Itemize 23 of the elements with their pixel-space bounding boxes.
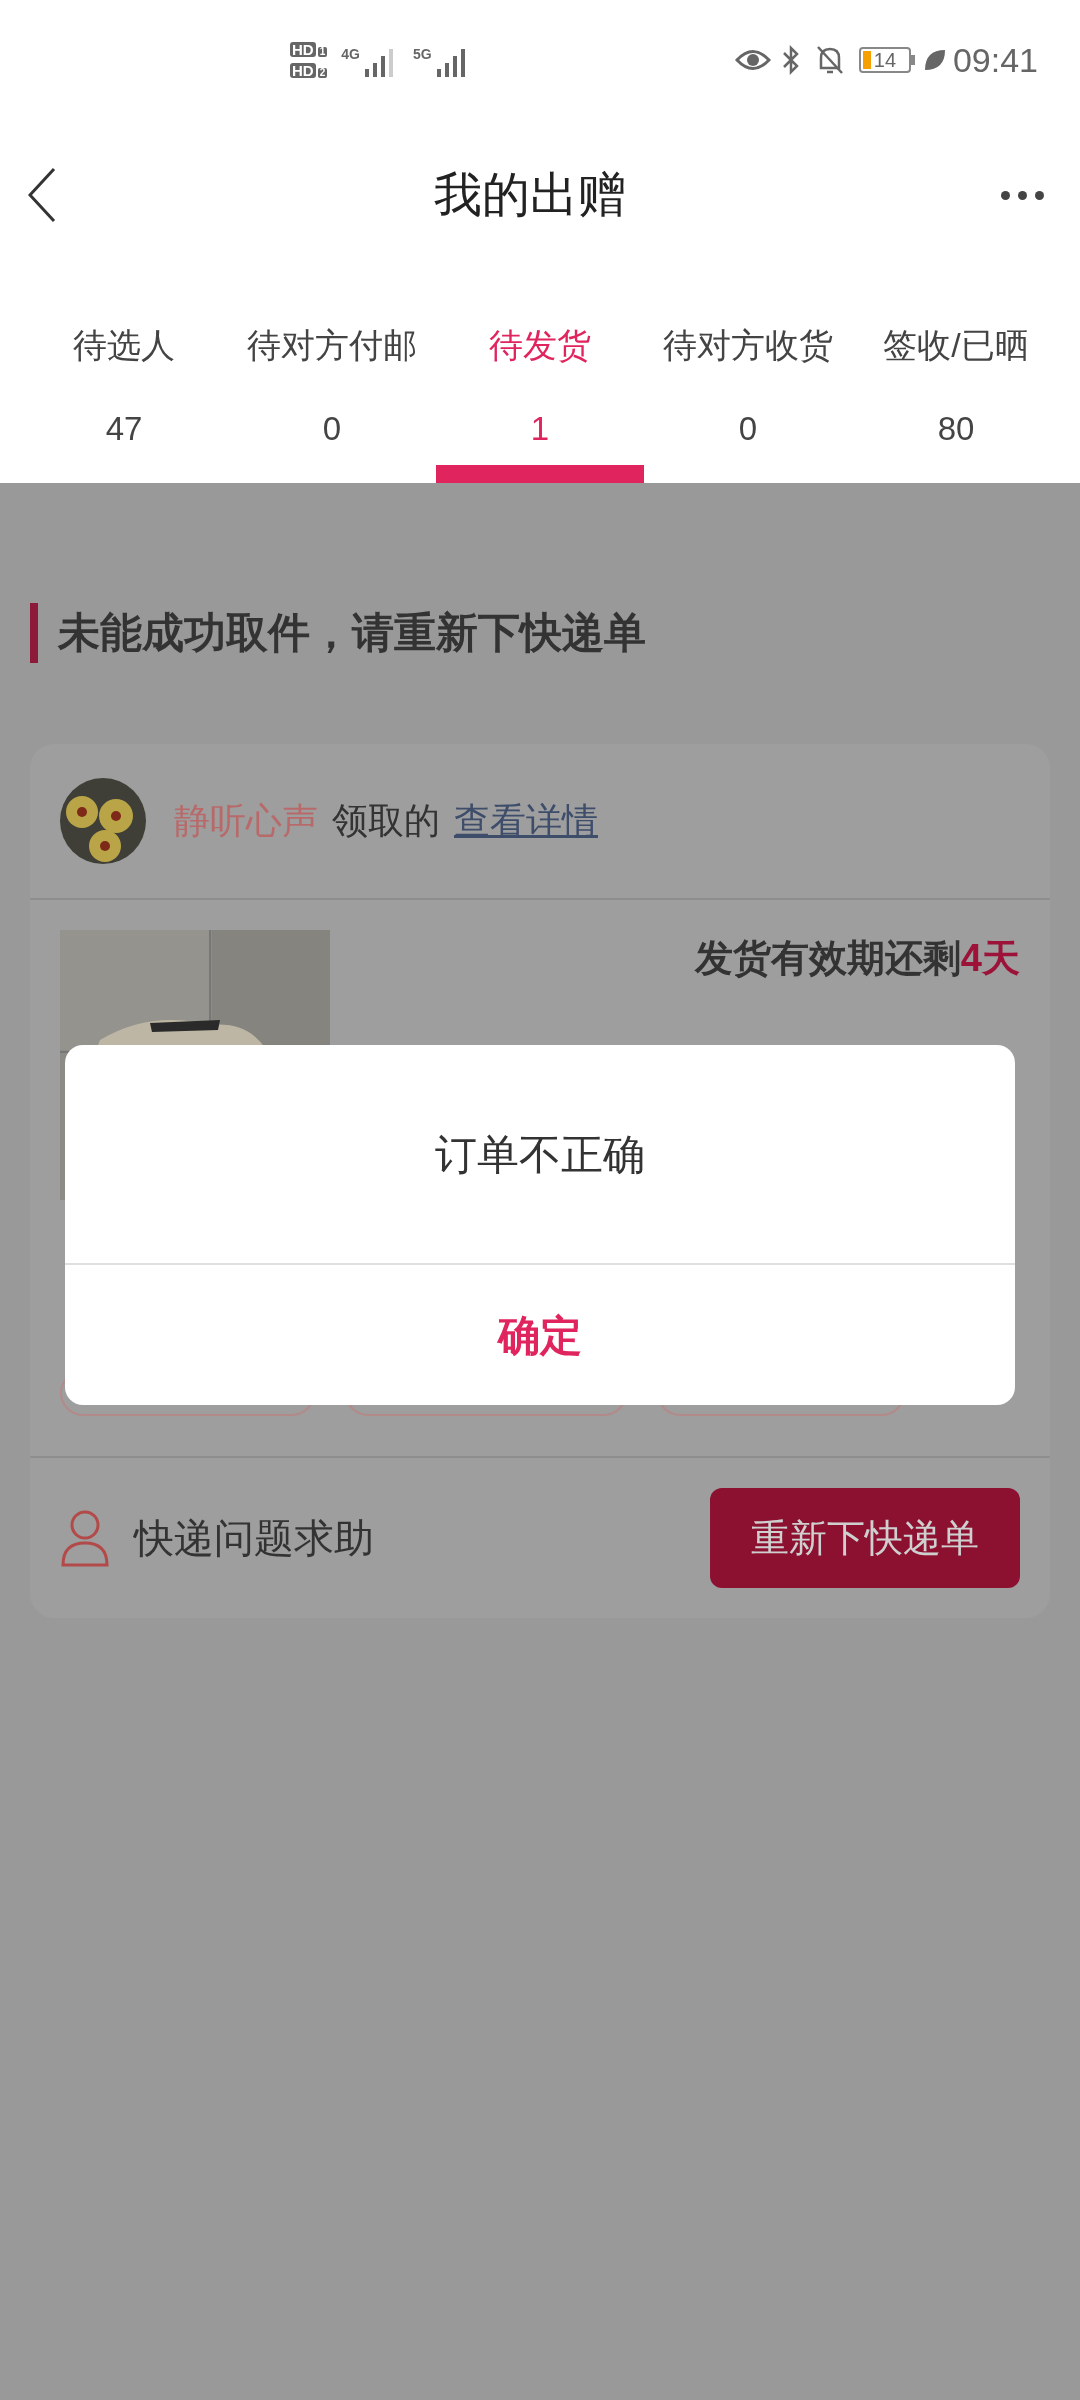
tab[interactable]: 待选人 47 <box>20 328 228 483</box>
section-heading: 未能成功取件，请重新下快递单 <box>58 608 646 658</box>
person-icon <box>60 1509 110 1567</box>
clock-time: 09:41 <box>952 39 1038 81</box>
tab[interactable]: 签收/已晒 80 <box>852 328 1060 483</box>
tab[interactable]: 待对方收货 0 <box>644 328 852 483</box>
page-title: 我的出赠 <box>433 167 627 223</box>
leaf-icon <box>922 48 947 72</box>
reorder-button[interactable]: 重新下快递单 <box>710 1488 1020 1588</box>
network-label: 4G <box>341 47 360 61</box>
tab[interactable]: 待发货 1 <box>436 328 644 483</box>
bluetooth-icon <box>780 44 801 76</box>
accent-bar <box>30 602 38 663</box>
tab[interactable]: 待对方付邮 0 <box>228 328 436 483</box>
confirm-button[interactable]: 确定 <box>65 1265 1015 1405</box>
deadline-text: 发货有效期还剩4天 <box>694 936 1020 981</box>
details-link[interactable]: 查看详情 <box>454 794 598 848</box>
claimed-label: 领取的 <box>332 799 440 843</box>
network-label: 5G <box>412 47 432 61</box>
dialog-message: 订单不正确 <box>435 1129 645 1180</box>
muted-bell-icon <box>814 44 845 76</box>
help-link[interactable]: 快递问题求助 <box>134 1508 710 1568</box>
eye-icon <box>734 47 771 73</box>
